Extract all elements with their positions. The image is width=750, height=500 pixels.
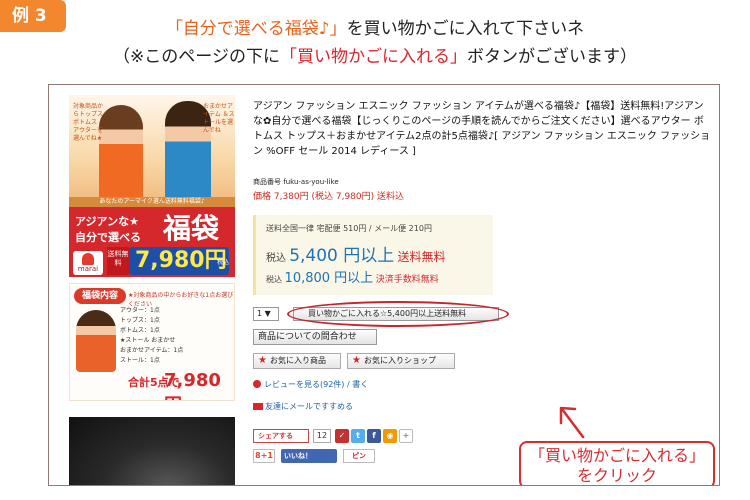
quantity-select[interactable]: 1 ▼ <box>253 307 279 321</box>
mixi-check-icon[interactable]: ✓ <box>335 429 349 443</box>
instruction-line2-end: ボタンがございます） <box>466 47 637 67</box>
banner-big-text: 福袋 <box>163 212 220 245</box>
mail-icon <box>253 403 263 410</box>
model-left <box>99 105 143 207</box>
banner-note-right: おまかせアイテム ＆ストールを選んでね <box>203 103 235 134</box>
threshold-amount: 5,400 円以上 <box>289 246 395 266</box>
facebook-icon[interactable]: f <box>367 429 381 443</box>
product-price: 価格 7,380円 (税込 7,980円) 送料込 <box>253 192 404 202</box>
google-plus-button[interactable]: 8+1 <box>253 449 275 463</box>
pinterest-button[interactable]: ピン <box>343 449 375 463</box>
callout-line-2: をクリック <box>576 466 657 485</box>
add-icon[interactable]: + <box>399 429 413 443</box>
share-count: 12 <box>313 429 331 443</box>
cart-highlight-circle <box>287 301 509 327</box>
review-link-text: レビューを見る(92件) / 書く <box>264 380 369 389</box>
product-main-image[interactable]: 対象商品からトップス ボトムス アウターを選んでね★ おまかせアイテム ＆ストー… <box>69 95 235 277</box>
contents-row: ★ストール おまかせ <box>120 337 176 344</box>
instruction-quote: 「自分で選べる福袋♪」 <box>165 19 347 39</box>
free-shipping-tag: 送料無料 <box>107 247 129 275</box>
contents-row: ストール：1点 <box>120 357 160 364</box>
tax-label: 税込 <box>266 253 286 264</box>
contents-list: アウター：1点 トップス：1点 ボトムス：1点 ★ストール おまかせ おまかせア… <box>120 306 232 366</box>
instruction-rest: を買い物かごに入れて下さいネ <box>346 19 585 39</box>
instruction-line-2: （※このページの下に「買い物かごに入れる」ボタンがございます） <box>0 42 750 67</box>
share-button[interactable]: シェアする <box>253 429 309 443</box>
product-title: アジアン ファッション エスニック ファッション アイテムが選べる福袋♪【福袋】… <box>253 101 711 157</box>
contents-model <box>76 310 116 372</box>
banner-line-2: 自分で選べる <box>75 231 141 244</box>
mail-friend-link[interactable]: 友達にメールですすめる <box>253 401 353 412</box>
free-shipping-threshold: 税込 5,400 円以上 送料無料 <box>266 241 445 266</box>
threshold-amount: 10,800 円以上 <box>284 271 374 286</box>
contents-row: おまかせアイテム：1点 <box>120 347 184 354</box>
contents-row: トップス：1点 <box>120 317 160 324</box>
contents-total-price: 7,980円 <box>164 370 221 400</box>
mail-link-text: 友達にメールですすめる <box>265 402 353 411</box>
star-icon: ★ <box>352 355 361 366</box>
star-icon: ★ <box>258 355 267 366</box>
product-page-screenshot: 対象商品からトップス ボトムス アウターを選んでね★ おまかせアイテム ＆ストー… <box>48 84 720 486</box>
banner-price: 7,980円 <box>135 248 227 273</box>
banner-note-left: 対象商品からトップス ボトムス アウターを選んでね★ <box>73 103 104 142</box>
instruction-line2-start: （※このページの下に <box>113 47 280 67</box>
review-link[interactable]: レビューを見る(92件) / 書く <box>253 379 368 390</box>
facebook-like-button[interactable]: いいね！ <box>281 449 337 463</box>
product-inquiry-button[interactable]: 商品についての問合わせ <box>253 329 377 345</box>
favorite-item-label: お気に入り商品 <box>270 356 326 365</box>
feed-icon[interactable]: ◉ <box>383 429 397 443</box>
product-sku: 商品番号 fuku-as-you-like <box>253 178 339 186</box>
banner-tax-note: 税込 <box>217 259 230 266</box>
dark-product-photo <box>69 417 235 485</box>
contents-title: 福袋内容 <box>74 288 126 304</box>
shop-logo: marai <box>73 251 103 275</box>
favorite-shop-label: お気に入りショップ <box>364 356 436 365</box>
shipping-rate: 送料全国一律 宅配便 510円 / メール便 210円 <box>266 224 432 233</box>
banner-strip: あなたのアーマイク選ん送料無料福袋♪ <box>69 197 235 207</box>
contents-row: ボトムス：1点 <box>120 327 160 334</box>
callout-line-1: 「買い物かごに入れる」 <box>528 446 705 465</box>
twitter-icon[interactable]: t <box>351 429 365 443</box>
product-thumbnail-3[interactable] <box>69 411 235 485</box>
favorite-shop-button[interactable]: ★ お気に入りショップ <box>347 353 455 369</box>
banner-line-1: アジアンな★ <box>75 215 139 228</box>
contents-row: アウター：1点 <box>120 307 160 314</box>
bag-contents-image[interactable]: 福袋内容 ★対象商品の中からお好きな1点お選びください アウター：1点 トップス… <box>69 283 235 401</box>
shipping-info-box: 送料全国一律 宅配便 510円 / メール便 210円 税込 5,400 円以上… <box>253 215 493 295</box>
fukubukuro-banner: アジアンな★ 自分で選べる 福袋 marai 送料無料 7,980円 税込 <box>69 207 235 277</box>
threshold-note: 決済手数料無料 <box>375 275 439 285</box>
review-icon <box>253 380 261 388</box>
threshold-note: 送料無料 <box>397 250 446 264</box>
free-fee-threshold: 税込 10,800 円以上 決済手数料無料 <box>266 267 439 286</box>
instruction-line2-quote: 「買い物かごに入れる」 <box>279 47 467 67</box>
arrow-up-left-icon <box>559 406 585 439</box>
instruction-line-1: 「自分で選べる福袋♪」を買い物かごに入れて下さいネ <box>0 14 750 39</box>
favorite-item-button[interactable]: ★ お気に入り商品 <box>253 353 341 369</box>
tax-label: 税込 <box>266 275 282 284</box>
click-instruction-callout: 「買い物かごに入れる」 をクリック <box>519 441 715 485</box>
